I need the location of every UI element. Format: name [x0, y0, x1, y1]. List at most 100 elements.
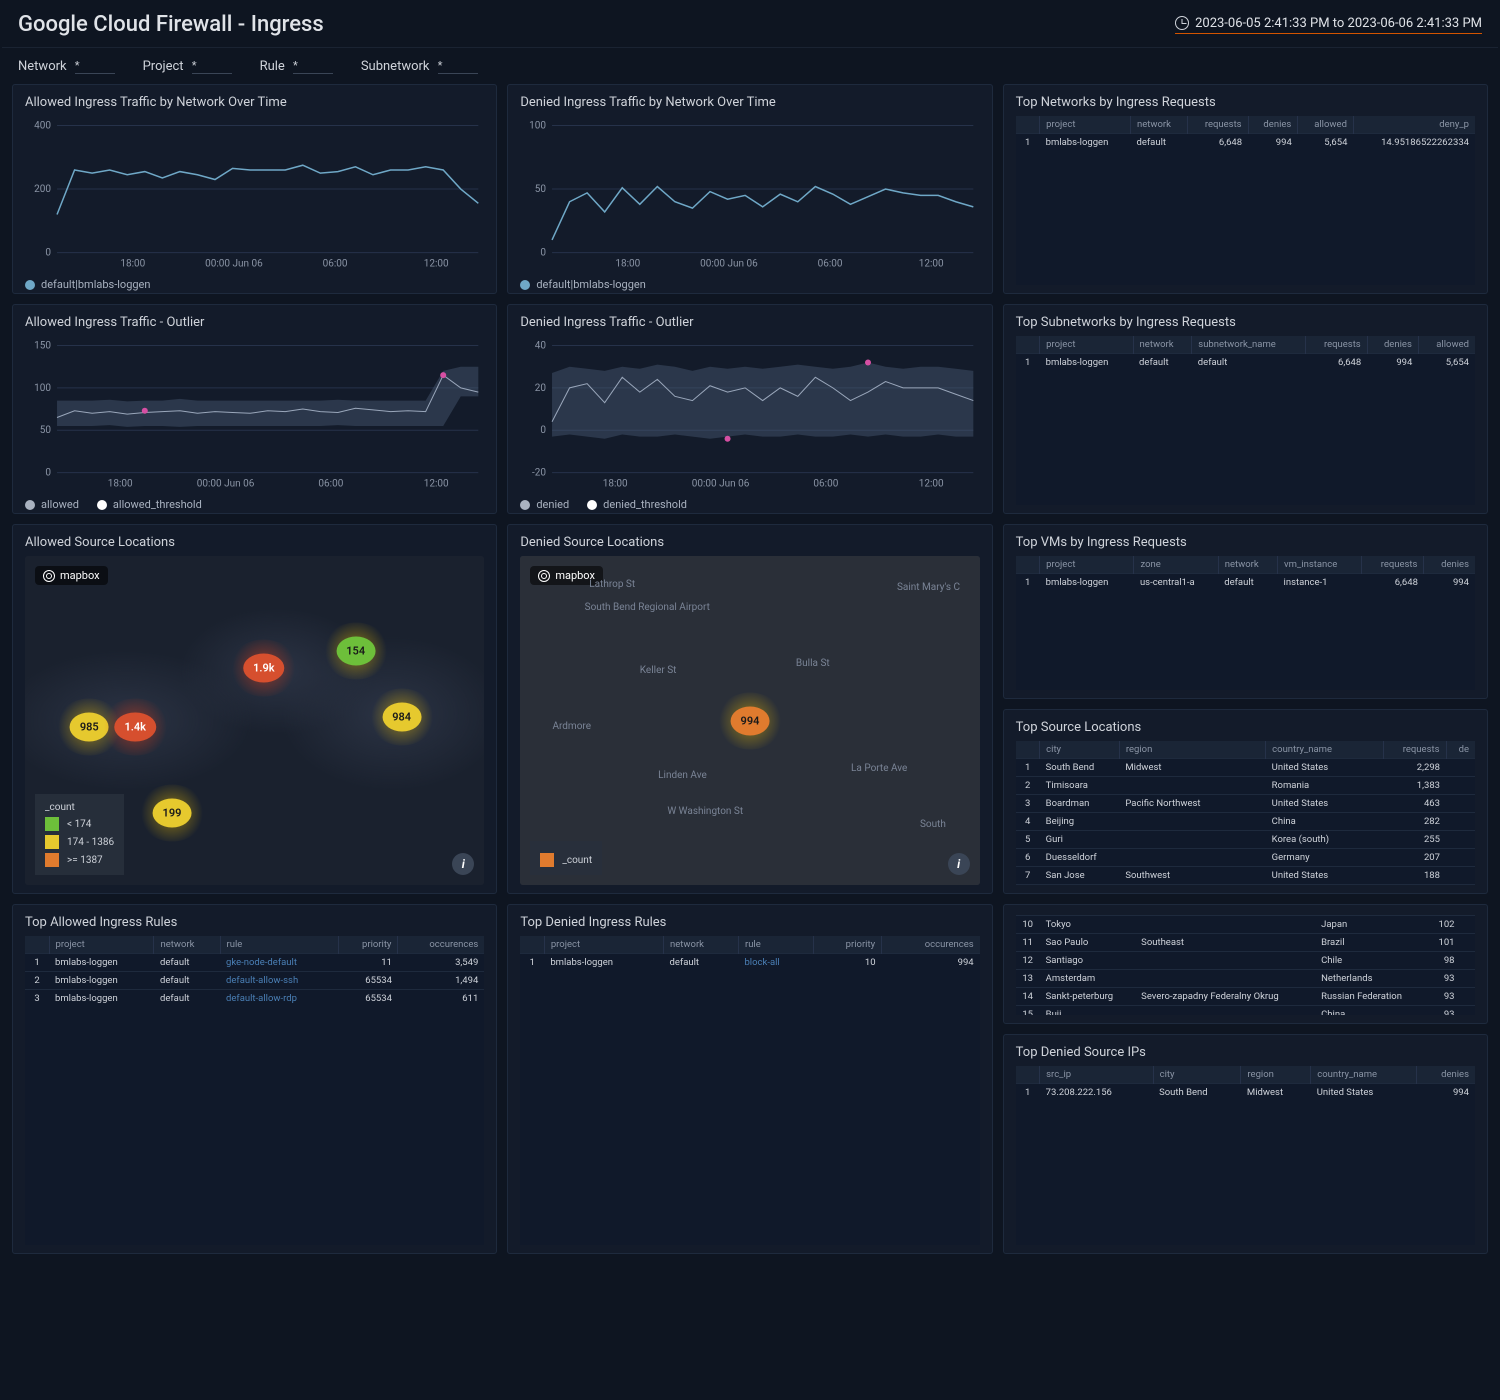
- svg-text:150: 150: [34, 341, 51, 352]
- table-row[interactable]: 1bmlabs-loggenus-central1-adefaultinstan…: [1016, 574, 1475, 592]
- svg-text:12:00: 12:00: [919, 479, 944, 490]
- chart-denied-over-time[interactable]: 05010018:0000:00 Jun 0606:0012:00: [520, 116, 979, 272]
- table-row[interactable]: 1bmlabs-loggendefaultblock-all10994: [520, 954, 979, 972]
- panel-top-src-locations-upper: Top Source Locations cityregioncountry_n…: [1003, 709, 1488, 894]
- table-row[interactable]: 7San JoseSouthwestUnited States188: [1016, 867, 1475, 885]
- svg-text:0: 0: [45, 248, 51, 259]
- panel-allowed-src-locations: Allowed Source Locations mapbox _count <…: [12, 524, 497, 894]
- table-top-vms[interactable]: projectzonenetworkvm_instancerequestsden…: [1016, 556, 1475, 591]
- svg-text:100: 100: [34, 383, 51, 394]
- panel-top-denied-rules: Top Denied Ingress Rules projectnetworkr…: [507, 904, 992, 1254]
- clock-icon: [1175, 16, 1189, 30]
- filter-project-input[interactable]: [192, 58, 232, 74]
- map-street-label: Lathrop St: [589, 579, 635, 590]
- panel-title: Denied Source Locations: [520, 535, 979, 550]
- map-legend: _count < 174 174 - 1386 >= 1387: [35, 794, 124, 875]
- chart-denied-outlier[interactable]: -200204018:0000:00 Jun 0606:0012:00: [520, 336, 979, 492]
- table-row[interactable]: 13AmsterdamNetherlands93: [1016, 970, 1475, 988]
- svg-text:400: 400: [34, 121, 51, 132]
- panel-top-denied-ips: Top Denied Source IPs src_ipcityregionco…: [1003, 1034, 1488, 1254]
- svg-text:0: 0: [45, 468, 51, 479]
- map-hotspot[interactable]: 994: [731, 706, 770, 735]
- map-street-label: Linden Ave: [658, 770, 707, 781]
- chart-allowed-over-time[interactable]: 020040018:0000:00 Jun 0606:0012:00: [25, 116, 484, 272]
- page-title: Google Cloud Firewall - Ingress: [18, 12, 324, 37]
- svg-text:06:00: 06:00: [818, 259, 843, 270]
- svg-text:12:00: 12:00: [424, 479, 449, 490]
- map-info-button[interactable]: i: [948, 853, 970, 875]
- table-row[interactable]: 3BoardmanPacific NorthwestUnited States4…: [1016, 795, 1475, 813]
- table-allowed-rules[interactable]: projectnetworkrulepriorityoccurences1bml…: [25, 936, 484, 1007]
- map-hotspot[interactable]: 1.9k: [243, 653, 285, 682]
- svg-text:00:00 Jun 06: 00:00 Jun 06: [205, 259, 263, 270]
- table-row[interactable]: 14Sankt-peterburgSevero-zapadny Federaln…: [1016, 988, 1475, 1006]
- legend-label: denied_threshold: [603, 498, 687, 511]
- table-row[interactable]: 3bmlabs-loggendefaultdefault-allow-rdp65…: [25, 990, 484, 1008]
- panel-title: Top Denied Source IPs: [1016, 1045, 1475, 1060]
- svg-text:00:00 Jun 06: 00:00 Jun 06: [700, 259, 758, 270]
- panel-title: Top VMs by Ingress Requests: [1016, 535, 1475, 550]
- filter-network-input[interactable]: [75, 58, 115, 74]
- svg-text:50: 50: [40, 425, 52, 436]
- table-denied-ips[interactable]: src_ipcityregioncountry_namedenies173.20…: [1016, 1066, 1475, 1101]
- svg-text:50: 50: [535, 184, 547, 195]
- panel-denied-over-time: Denied Ingress Traffic by Network Over T…: [507, 84, 992, 294]
- table-top-subnetworks[interactable]: projectnetworksubnetwork_namerequestsden…: [1016, 336, 1475, 371]
- map-hotspot[interactable]: 199: [153, 798, 192, 827]
- svg-text:12:00: 12:00: [424, 259, 449, 270]
- panel-title: Denied Ingress Traffic by Network Over T…: [520, 95, 979, 110]
- map-street-label: Saint Mary's C: [897, 582, 960, 593]
- mapbox-icon: [43, 570, 55, 582]
- svg-text:-20: -20: [532, 468, 546, 479]
- panel-title: Allowed Source Locations: [25, 535, 484, 550]
- table-row[interactable]: 1bmlabs-loggendefault6,6489945,65414.951…: [1016, 134, 1475, 152]
- table-row[interactable]: 11Sao PauloSoutheastBrazil101: [1016, 934, 1475, 952]
- table-row[interactable]: 1bmlabs-loggendefaultgke-node-default113…: [25, 954, 484, 972]
- panel-top-src-locations-lower: 10TokyoJapan10211Sao PauloSoutheastBrazi…: [1003, 904, 1488, 1024]
- filter-rule-input[interactable]: [293, 58, 333, 74]
- panel-top-networks: Top Networks by Ingress Requests project…: [1003, 84, 1488, 294]
- legend-label: default|bmlabs-loggen: [536, 278, 645, 291]
- svg-text:00:00 Jun 06: 00:00 Jun 06: [197, 479, 255, 490]
- map-denied[interactable]: mapbox _count i 994Lathrop StSouth Bend …: [520, 556, 979, 885]
- map-street-label: Keller St: [640, 665, 677, 676]
- map-street-label: South: [920, 819, 946, 830]
- table-row[interactable]: 10TokyoJapan102: [1016, 916, 1475, 934]
- table-row[interactable]: 1bmlabs-loggendefaultdefault6,6489945,65…: [1016, 354, 1475, 372]
- map-street-label: La Porte Ave: [851, 763, 907, 774]
- table-row[interactable]: 2TimisoaraRomania1,383: [1016, 777, 1475, 795]
- table-row[interactable]: 5GuriKorea (south)255: [1016, 831, 1475, 849]
- map-hotspot[interactable]: 984: [382, 703, 421, 732]
- filter-bar: Network Project Rule Subnetwork: [2, 48, 1498, 84]
- table-row[interactable]: 15BujiChina93: [1016, 1006, 1475, 1016]
- mapbox-icon: [538, 570, 550, 582]
- panel-title: Top Allowed Ingress Rules: [25, 915, 484, 930]
- table-row[interactable]: 1South BendMidwestUnited States2,298: [1016, 759, 1475, 777]
- table-top-networks[interactable]: projectnetworkrequestsdeniesalloweddeny_…: [1016, 116, 1475, 151]
- table-row[interactable]: 4BeijingChina282: [1016, 813, 1475, 831]
- legend-label: default|bmlabs-loggen: [41, 278, 150, 291]
- chart-allowed-outlier[interactable]: 05010015018:0000:00 Jun 0606:0012:00: [25, 336, 484, 492]
- time-range-label: 2023-06-05 2:41:33 PM to 2023-06-06 2:41…: [1195, 16, 1482, 31]
- table-row[interactable]: 173.208.222.156South BendMidwestUnited S…: [1016, 1084, 1475, 1102]
- svg-text:06:00: 06:00: [814, 479, 839, 490]
- svg-text:18:00: 18:00: [603, 479, 628, 490]
- map-hotspot[interactable]: 154: [336, 637, 375, 666]
- panel-title: Allowed Ingress Traffic by Network Over …: [25, 95, 484, 110]
- table-row[interactable]: 2bmlabs-loggendefaultdefault-allow-ssh65…: [25, 972, 484, 990]
- table-top-src-locations[interactable]: cityregioncountry_namerequestsde1South B…: [1016, 741, 1475, 885]
- map-allowed[interactable]: mapbox _count < 174 174 - 1386 >= 1387 i…: [25, 556, 484, 885]
- table-denied-rules[interactable]: projectnetworkrulepriorityoccurences1bml…: [520, 936, 979, 971]
- time-range-picker[interactable]: 2023-06-05 2:41:33 PM to 2023-06-06 2:41…: [1175, 16, 1482, 34]
- map-hotspot[interactable]: 1.4k: [114, 713, 156, 742]
- table-row[interactable]: 12SantiagoChile98: [1016, 952, 1475, 970]
- filter-subnetwork-input[interactable]: [438, 58, 478, 74]
- map-street-label: Bulla St: [796, 658, 830, 669]
- filter-label-network: Network: [18, 59, 67, 74]
- table-row[interactable]: 8FremontSouthwestUnited States173: [1016, 885, 1475, 886]
- table-top-src-locations-cont[interactable]: 10TokyoJapan10211Sao PauloSoutheastBrazi…: [1016, 915, 1475, 1015]
- panel-title: Allowed Ingress Traffic - Outlier: [25, 315, 484, 330]
- panel-denied-src-locations: Denied Source Locations mapbox _count i …: [507, 524, 992, 894]
- table-row[interactable]: 6DuesseldorfGermany207: [1016, 849, 1475, 867]
- panel-allowed-outlier: Allowed Ingress Traffic - Outlier 0 50 100…: [12, 304, 497, 514]
